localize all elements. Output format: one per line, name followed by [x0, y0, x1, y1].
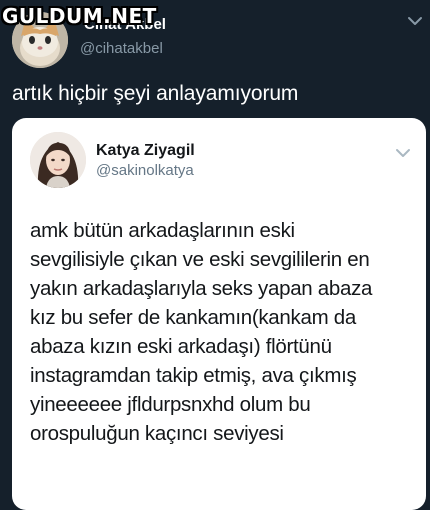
chevron-down-icon[interactable] [406, 14, 424, 28]
quoted-author-handle[interactable]: @sakinolkatya [96, 162, 194, 179]
quoted-text-line: sevgilisiyle çıkan ve eski sevgililerin … [30, 248, 370, 271]
chevron-down-icon[interactable] [394, 146, 412, 160]
author-handle[interactable]: @cihatakbel [80, 40, 163, 57]
quoted-text-line: orospuluğun kaçıncı seviyesi [30, 422, 284, 445]
profile-photo-avatar [30, 132, 86, 188]
quoted-text-line: yineeeeee jfldurpsnxhd olum bu [30, 393, 311, 416]
quoted-author-avatar[interactable] [30, 132, 86, 188]
quoted-text-line: abaza kızın eski arkadaşı) flörtünü [30, 335, 332, 358]
quoted-tweet-text: amk bütün arkadaşlarının eski sevgilisiy… [30, 216, 416, 448]
quoted-text-line: yakın arkadaşlarıyla seks yapan abaza [30, 277, 373, 300]
quoted-text-line: kız bu sefer de kankamın(kankam da [30, 306, 356, 329]
quoted-text-line: amk bütün arkadaşlarının eski [30, 219, 295, 242]
quoted-tweet-card[interactable]: Katya Ziyagil @sakinolkatya amk bütün ar… [12, 118, 426, 510]
quoted-author-name[interactable]: Katya Ziyagil [96, 142, 195, 160]
watermark-logo: GULDUM.NET [2, 4, 157, 28]
quoted-text-line: instagramdan takip etmiş, ava çıkmış [30, 364, 357, 387]
tweet-text: artık hiçbir şeyi anlayamıyorum [12, 82, 299, 105]
